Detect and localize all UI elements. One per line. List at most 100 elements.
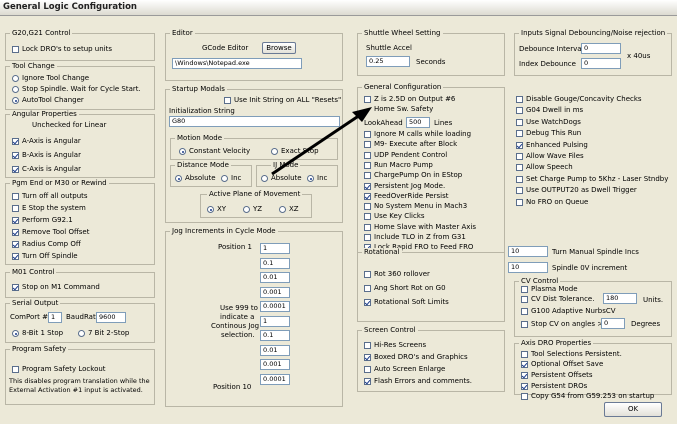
cv-dist-tolerance-input[interactable]: 180 <box>603 293 637 304</box>
g04-dwell-ms-checkbox[interactable]: G04 Dwell in ms <box>516 106 583 115</box>
jog-position-7-input[interactable]: 0.1 <box>260 330 290 341</box>
lock-dro-checkbox[interactable]: Lock DRO's to setup units <box>12 45 112 54</box>
radius-comp-off-checkbox[interactable]: Radius Comp Off <box>12 240 81 249</box>
c-axis-angular-checkbox[interactable]: C-Axis is Angular <box>12 165 81 174</box>
remove-tool-offset-checkbox[interactable]: Remove Tool Offset <box>12 228 89 237</box>
init-string-input[interactable]: G80 <box>169 116 340 127</box>
shuttle-accel-input[interactable]: 0.25 <box>366 56 410 67</box>
no-system-menu-checkbox[interactable]: No System Menu in Mach3 <box>364 202 467 211</box>
jog-position-9-input[interactable]: 0.001 <box>260 359 290 370</box>
persistent-jog-mode-checkbox[interactable]: Persistent Jog Mode. <box>364 182 445 191</box>
ang-short-rot-checkbox[interactable]: Ang Short Rot on G0 <box>364 284 446 293</box>
seconds-label: Seconds <box>416 58 446 66</box>
use-watchdogs-checkbox[interactable]: Use WatchDogs <box>516 118 581 127</box>
rotational-group: Rotational Rot 360 rollover Ang Short Ro… <box>357 248 505 322</box>
debug-this-run-checkbox[interactable]: Debug This Run <box>516 129 581 138</box>
index-debounce-input[interactable]: 0 <box>581 58 621 69</box>
turn-off-spindle-checkbox[interactable]: Turn Off Spindle <box>12 252 78 261</box>
boxed-dros-checkbox[interactable]: Boxed DRO's and Graphics <box>364 353 468 362</box>
flash-errors-checkbox[interactable]: Flash Errors and comments. <box>364 377 472 386</box>
allow-speech-checkbox[interactable]: Allow Speech <box>516 163 573 172</box>
7bit-2stop-radio[interactable]: 7 Bit 2-Stop <box>78 329 129 338</box>
distance-absolute-radio[interactable]: Absolute <box>175 174 216 183</box>
include-tlo-z-checkbox[interactable]: Include TLO in Z from G31 <box>364 233 466 242</box>
distance-inc-radio[interactable]: Inc <box>221 174 241 183</box>
jog-position-4-input[interactable]: 0.001 <box>260 287 290 298</box>
manual-spindle-input[interactable]: 10 <box>508 246 548 257</box>
persistent-offsets-checkbox[interactable]: Persistent Offsets <box>521 371 593 380</box>
hi-res-screens-checkbox[interactable]: Hi-Res Screens <box>364 341 426 350</box>
ij-inc-radio[interactable]: Inc <box>307 174 327 183</box>
feedoverride-persist-checkbox[interactable]: FeedOverRide Persist <box>364 192 448 201</box>
use-key-clicks-checkbox[interactable]: Use Key Clicks <box>364 212 425 221</box>
disable-gouge-checkbox[interactable]: Disable Gouge/Concavity Checks <box>516 95 642 104</box>
jog-position-2-input[interactable]: 0.1 <box>260 258 290 269</box>
allow-wave-files-checkbox[interactable]: Allow Wave Files <box>516 152 584 161</box>
run-macro-pump-checkbox[interactable]: Run Macro Pump <box>364 161 433 170</box>
group-title: Inputs Signal Debouncing/Noise rejection <box>519 29 668 38</box>
tool-change-group: Tool Change Ignore Tool Change Stop Spin… <box>5 62 155 110</box>
rot-360-rollover-checkbox[interactable]: Rot 360 rollover <box>364 270 430 279</box>
perform-g92-checkbox[interactable]: Perform G92.1 <box>12 216 73 225</box>
estop-system-checkbox[interactable]: E Stop the system <box>12 204 86 213</box>
auto-tool-changer-radio[interactable]: AutoTool Changer <box>12 96 84 105</box>
ignore-tool-change-radio[interactable]: Ignore Tool Change <box>12 74 89 83</box>
debounce-interval-input[interactable]: 0 <box>581 43 621 54</box>
constant-velocity-radio[interactable]: Constant Velocity <box>179 147 250 156</box>
8bit-1stop-radio[interactable]: 8-Bit 1 Stop <box>12 329 63 338</box>
z-2.5d-checkbox[interactable]: Z is 2.5D on Output #6 <box>364 95 455 104</box>
exact-stop-radio[interactable]: Exact Stop <box>271 147 319 156</box>
jog-position-8-input[interactable]: 0.01 <box>260 345 290 356</box>
stop-spindle-radio[interactable]: Stop Spindle. Wait for Cycle Start. <box>12 85 141 94</box>
checkbox-box <box>516 198 523 206</box>
turn-off-outputs-checkbox[interactable]: Turn off all outputs <box>12 192 88 201</box>
stop-on-m1-checkbox[interactable]: Stop on M1 Command <box>12 283 100 292</box>
stop-cv-angles-input[interactable]: 0 <box>601 318 625 329</box>
auto-screen-enlarge-checkbox[interactable]: Auto Screen Enlarge <box>364 365 445 374</box>
lookahead-input[interactable]: 500 <box>406 117 430 128</box>
debounce-interval-label: Debounce Interval <box>519 45 584 53</box>
b-axis-angular-checkbox[interactable]: B-Axis is Angular <box>12 151 81 160</box>
copy-g54-checkbox[interactable]: Copy G54 from G59.253 on startup <box>521 392 654 401</box>
plane-yz-radio[interactable]: YZ <box>243 205 262 214</box>
plane-xz-radio[interactable]: XZ <box>279 205 299 214</box>
jog-position-6-input[interactable]: 1 <box>260 316 290 327</box>
home-slave-master-checkbox[interactable]: Home Slave with Master Axis <box>364 223 476 232</box>
cv-dist-tolerance-checkbox[interactable]: CV Dist Tolerance. <box>521 295 594 304</box>
baudrate-input[interactable]: 9600 <box>96 312 126 323</box>
no-fro-on-queue-checkbox[interactable]: No FRO on Queue <box>516 198 588 207</box>
g100-adaptive-checkbox[interactable]: G100 Adaptive NurbsCV <box>521 307 616 316</box>
charge-pump-5khz-checkbox[interactable]: Set Charge Pump to 5Khz - Laser Stndby <box>516 175 668 184</box>
use-init-string-checkbox[interactable]: Use Init String on ALL "Resets" <box>224 96 341 105</box>
group-title: Pgm End or M30 or Rewind <box>10 179 109 188</box>
jog-position-10-input[interactable]: 0.0001 <box>260 374 290 385</box>
ok-button[interactable]: OK <box>604 402 662 417</box>
udp-pendent-control-checkbox[interactable]: UDP Pendent Control <box>364 151 447 160</box>
plasma-mode-checkbox[interactable]: Plasma Mode <box>521 285 578 294</box>
stop-cv-angles-checkbox[interactable]: Stop CV on angles > <box>521 320 603 329</box>
editor-path-input[interactable]: \Windows\Notepad.exe <box>172 58 302 69</box>
m9-execute-after-block-checkbox[interactable]: M9- Execute after Block <box>364 140 457 149</box>
optional-offset-save-checkbox[interactable]: Optional Offset Save <box>521 360 603 369</box>
spindle-ov-input[interactable]: 10 <box>508 262 548 273</box>
jog-position-5-input[interactable]: 0.0001 <box>260 301 290 312</box>
plane-xy-radio[interactable]: XY <box>207 205 226 214</box>
checkbox-box <box>364 203 371 211</box>
comport-input[interactable]: 1 <box>48 312 62 323</box>
browse-button[interactable]: Browse <box>262 42 296 54</box>
safety-note-line2: External Activation #1 input is activate… <box>9 386 143 394</box>
jog-position-1-input[interactable]: 1 <box>260 243 290 254</box>
enhanced-pulsing-checkbox[interactable]: Enhanced Pulsing <box>516 141 588 150</box>
ignore-m-calls-checkbox[interactable]: Ignore M calls while loading <box>364 130 471 139</box>
chargepump-estop-checkbox[interactable]: ChargePump On in EStop <box>364 171 462 180</box>
checkbox-box <box>516 118 523 126</box>
program-safety-lockout-checkbox[interactable]: Program Safety Lockout <box>12 365 106 374</box>
tool-selections-persistent-checkbox[interactable]: Tool Selections Persistent. <box>521 350 622 359</box>
persistent-dros-checkbox[interactable]: Persistent DROs <box>521 382 587 391</box>
rotational-soft-limits-checkbox[interactable]: Rotational Soft Limits <box>364 298 449 307</box>
checkbox-box <box>364 161 371 169</box>
ij-absolute-radio[interactable]: Absolute <box>261 174 302 183</box>
a-axis-angular-checkbox[interactable]: A-Axis is Angular <box>12 137 81 146</box>
use-output20-dwell-checkbox[interactable]: Use OUTPUT20 as Dwell Trigger <box>516 186 637 195</box>
jog-position-3-input[interactable]: 0.01 <box>260 272 290 283</box>
